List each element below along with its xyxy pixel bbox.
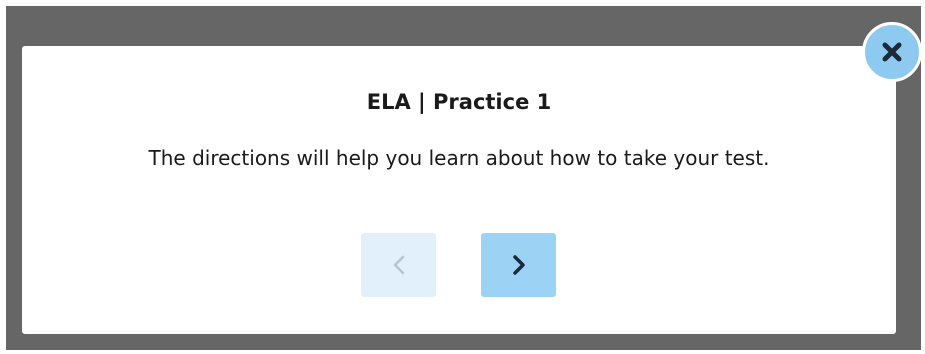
close-button[interactable] [862,22,922,82]
dialog-message: The directions will help you learn about… [148,146,770,170]
chevron-right-icon [511,254,527,276]
previous-button[interactable] [361,233,436,297]
dialog-title: ELA | Practice 1 [366,90,552,114]
directions-dialog: ELA | Practice 1 The directions will hel… [22,46,896,334]
close-icon [881,41,903,63]
chevron-left-icon [391,254,407,276]
next-button[interactable] [481,233,556,297]
